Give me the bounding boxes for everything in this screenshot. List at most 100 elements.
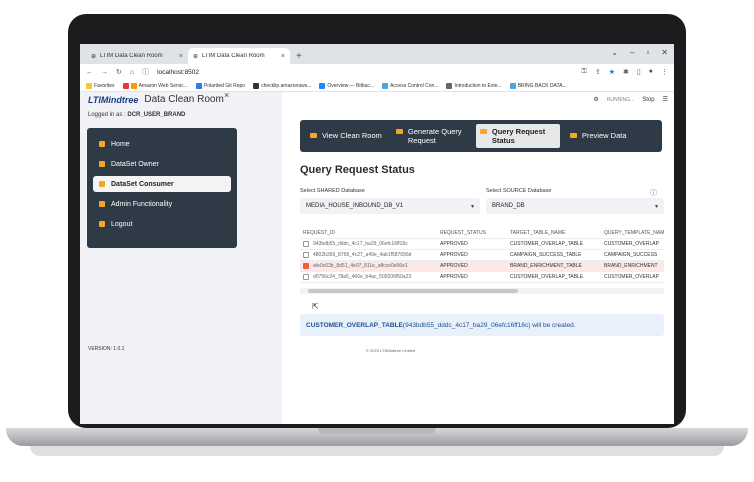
hamburger-icon[interactable]: ☰ bbox=[663, 96, 668, 103]
tab-preview-data[interactable]: Preview Data bbox=[566, 128, 631, 143]
bookmark-item[interactable]: Amazon Web Servic... bbox=[122, 82, 188, 89]
bookmark-item[interactable]: Polarded Git Repo bbox=[195, 82, 245, 89]
row-checkbox[interactable] bbox=[303, 241, 309, 247]
tab-query-status[interactable]: Query Request Status bbox=[475, 123, 560, 149]
logout-icon bbox=[99, 221, 105, 227]
running-icon: ⚙ bbox=[593, 97, 599, 103]
window-controls: ⌄ – ▫ ✕ bbox=[611, 48, 668, 57]
source-db-select[interactable]: BRAND_DB ▾ bbox=[486, 198, 664, 214]
tab-title: LTIM Data Clean Room bbox=[202, 53, 265, 59]
sidebar-item-dataset-owner[interactable]: DataSet Owner bbox=[93, 156, 231, 172]
back-icon[interactable]: ← bbox=[86, 69, 93, 76]
address-bar: ← → ↻ ⌂ ⓘ localhost:8502 ⚿ ⇪ ★ ✱ ▯ ● ⋮ bbox=[80, 64, 674, 80]
table-row[interactable]: d0756c24_78a5_466e_b4ac_509206f50a23 APP… bbox=[300, 272, 664, 283]
new-tab-button[interactable]: + bbox=[296, 51, 302, 62]
mouse-cursor-icon: ⇱ bbox=[312, 302, 319, 311]
bookmark-item[interactable]: Overview — Bitbuc... bbox=[319, 82, 374, 89]
bookmark-item[interactable]: Favorites bbox=[86, 82, 115, 89]
close-window-icon[interactable]: ✕ bbox=[661, 48, 668, 57]
tab-title: LTIM Data Clean Room bbox=[100, 53, 163, 59]
view-icon bbox=[310, 133, 317, 139]
row-checkbox[interactable] bbox=[303, 274, 309, 280]
table-row[interactable]: 943bdb55_dddc_4c17_ba29_06efc16ff16c APP… bbox=[300, 239, 664, 250]
brand: LTIMindtree Data Clean Room bbox=[88, 94, 224, 105]
main-content: ⚙ RUNNING... Stop ☰ View Clean Room Gene… bbox=[282, 92, 674, 424]
key-icon[interactable]: ⚿ bbox=[582, 68, 587, 76]
scrollbar-thumb[interactable] bbox=[308, 289, 518, 293]
help-icon[interactable]: ⓘ bbox=[650, 188, 657, 198]
chevron-down-icon: ▾ bbox=[470, 203, 474, 210]
consumer-icon bbox=[99, 181, 105, 187]
sidebar-item-home[interactable]: Home bbox=[93, 136, 231, 152]
nav-bar: View Clean Room Generate Query Request Q… bbox=[300, 120, 662, 152]
folder-icon bbox=[86, 82, 92, 89]
bitbucket-icon bbox=[319, 82, 326, 89]
globe-icon: ⊕ bbox=[193, 53, 199, 60]
stop-button[interactable]: Stop bbox=[642, 97, 654, 103]
horizontal-scrollbar[interactable] bbox=[300, 288, 664, 294]
star-icon[interactable]: ★ bbox=[609, 68, 615, 76]
kebab-icon[interactable]: ⋮ bbox=[661, 68, 668, 76]
globe-icon: ⊕ bbox=[91, 53, 97, 60]
globe-icon bbox=[509, 82, 516, 89]
extensions-icon[interactable]: ✱ bbox=[623, 68, 629, 76]
youtube-icon bbox=[122, 82, 129, 89]
share-icon[interactable]: ⇪ bbox=[595, 68, 601, 76]
tab-generate-query[interactable]: Generate Query Request bbox=[392, 124, 470, 149]
link-icon bbox=[253, 82, 260, 89]
source-db-label: Select SOURCE Database bbox=[486, 188, 552, 194]
chevron-down-icon: ▾ bbox=[654, 203, 658, 210]
access-icon bbox=[382, 82, 389, 89]
info-banner: CUSTOMER_OVERLAP_TABLE (943bdb55_dddc_4c… bbox=[300, 314, 664, 336]
bookmark-item[interactable]: BRING BACK DATA... bbox=[509, 82, 567, 89]
app-title: Data Clean Room bbox=[144, 94, 224, 105]
info-table-name: CUSTOMER_OVERLAP_TABLE bbox=[306, 321, 403, 329]
table-row[interactable]: 4802b399_8768_4c27_a49e_4ab1f587656d APP… bbox=[300, 250, 664, 261]
minimize-icon[interactable]: – bbox=[630, 48, 634, 57]
home-icon bbox=[99, 141, 105, 147]
generate-icon bbox=[395, 128, 403, 134]
bookmark-item[interactable]: Introduction to Exte... bbox=[446, 82, 502, 89]
shared-db-select[interactable]: MEDIA_HOUSE_INBOUND_DB_V1 ▾ bbox=[300, 198, 480, 214]
bookmark-item[interactable]: checklip.amazonaws... bbox=[253, 82, 311, 89]
close-icon[interactable]: × bbox=[179, 53, 183, 60]
close-sidebar-icon[interactable]: × bbox=[224, 90, 229, 100]
row-checkbox-checked[interactable] bbox=[303, 263, 309, 269]
bookmark-item[interactable]: Access Control Con... bbox=[382, 82, 438, 89]
laptop-notch bbox=[318, 428, 436, 434]
globe-icon bbox=[446, 82, 453, 89]
preview-icon bbox=[569, 133, 577, 139]
owner-icon bbox=[99, 161, 105, 167]
maximize-icon[interactable]: ▫ bbox=[646, 48, 649, 57]
sidebar-item-logout[interactable]: Logout bbox=[93, 216, 231, 232]
logged-in-text: Logged in as : DCR_USER_BRAND bbox=[88, 112, 186, 118]
sidebar-item-admin[interactable]: Admin Functionality bbox=[93, 196, 231, 212]
tab-view-clean-room[interactable]: View Clean Room bbox=[306, 128, 386, 143]
screen: ⊕ LTIM Data Clean Room × ⊕ LTIM Data Cle… bbox=[80, 44, 674, 424]
url-field[interactable]: localhost:8502 bbox=[157, 69, 199, 76]
close-icon[interactable]: × bbox=[281, 53, 285, 60]
footer-copyright: © 2023 LTIMindtree Limited bbox=[366, 348, 416, 353]
shared-db-label: Select SHARED Database bbox=[300, 188, 365, 194]
requests-table: REQUEST_ID REQUEST_STATUS TARGET_TABLE_N… bbox=[300, 228, 664, 283]
chevron-down-icon[interactable]: ⌄ bbox=[611, 48, 618, 57]
bookmarks-bar: Favorites Amazon Web Servic... Polarded … bbox=[80, 80, 674, 92]
browser-actions: ⚿ ⇪ ★ ✱ ▯ ● ⋮ bbox=[582, 68, 668, 76]
aws-icon bbox=[130, 82, 137, 89]
sidebar: LTIMindtree Data Clean Room × Logged in … bbox=[80, 90, 282, 424]
table-header: REQUEST_ID REQUEST_STATUS TARGET_TABLE_N… bbox=[300, 228, 664, 239]
shield-icon bbox=[99, 201, 105, 207]
forward-icon[interactable]: → bbox=[101, 69, 108, 76]
table-row-selected[interactable]: afe0c63b_8d51_4e07_811e_affcce0e56e1 APP… bbox=[300, 261, 664, 272]
sidebar-item-dataset-consumer[interactable]: DataSet Consumer bbox=[93, 176, 231, 192]
reload-icon[interactable]: ↻ bbox=[116, 68, 122, 76]
sidepanel-icon[interactable]: ▯ bbox=[637, 68, 641, 76]
profile-icon[interactable]: ● bbox=[649, 68, 653, 76]
laptop-shadow bbox=[30, 446, 724, 456]
browser-tab[interactable]: ⊕ LTIM Data Clean Room × bbox=[86, 48, 188, 64]
row-checkbox[interactable] bbox=[303, 252, 309, 258]
browser-tab-active[interactable]: ⊕ LTIM Data Clean Room × bbox=[188, 48, 290, 64]
home-icon[interactable]: ⌂ bbox=[130, 69, 134, 76]
page-title: Query Request Status bbox=[300, 164, 415, 176]
logo: LTIMindtree bbox=[88, 94, 139, 105]
